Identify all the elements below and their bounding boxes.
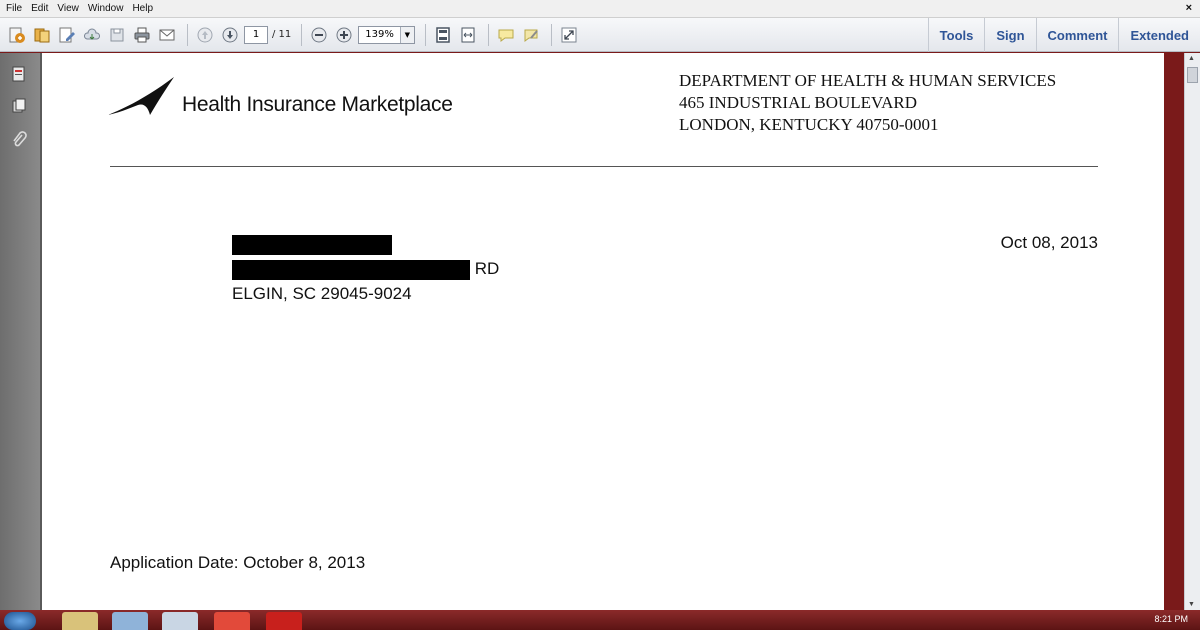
taskbar-app-chrome[interactable]: [214, 612, 250, 630]
toolbar-separator: [550, 23, 552, 46]
logo-text: Health Insurance Marketplace: [182, 93, 453, 116]
menu-view[interactable]: View: [57, 3, 79, 14]
previous-page-button[interactable]: [194, 24, 216, 46]
clock: 8:21 PM: [1154, 614, 1188, 624]
scroll-thumb[interactable]: [1187, 67, 1198, 83]
zoom-in-button[interactable]: [333, 24, 355, 46]
chevron-down-icon[interactable]: ▼: [399, 26, 414, 43]
add-comment-button[interactable]: [495, 24, 517, 46]
start-button[interactable]: [4, 612, 36, 630]
printer-icon: [134, 27, 150, 42]
print-button[interactable]: [131, 24, 153, 46]
navigation-panel: [0, 53, 40, 610]
taskbar-app-explorer[interactable]: [62, 612, 98, 630]
full-screen-button[interactable]: [558, 24, 580, 46]
email-button[interactable]: [156, 24, 178, 46]
department-name: DEPARTMENT OF HEALTH & HUMAN SERVICES: [679, 71, 1057, 90]
department-city: LONDON, KENTUCKY 40750-0001: [679, 115, 939, 134]
taskbar-app-media[interactable]: [162, 612, 198, 630]
comment-pane-button[interactable]: Comment: [1035, 18, 1119, 52]
edit-document-button[interactable]: [56, 24, 78, 46]
recipient-city-line: ELGIN, SC 29045-9024: [232, 284, 412, 303]
toolbar-separator: [301, 23, 303, 46]
recipient-address: RD ELGIN, SC 29045-9024: [232, 231, 499, 306]
page-number-input[interactable]: 1: [244, 25, 268, 44]
cloud-button[interactable]: [81, 24, 103, 46]
minus-circle-icon: [311, 27, 327, 42]
toolbar-separator: [487, 23, 489, 46]
os-taskbar: 8:21 PM: [0, 610, 1200, 630]
expand-icon: [561, 27, 577, 42]
page-thumbnails-icon[interactable]: [10, 65, 28, 83]
next-page-button[interactable]: [219, 24, 241, 46]
save-button[interactable]: [106, 24, 128, 46]
combine-files-icon: [34, 28, 50, 42]
extended-pane-button[interactable]: Extended: [1118, 18, 1200, 52]
highlight-button[interactable]: [520, 24, 542, 46]
taskbar-app-acrobat[interactable]: [266, 612, 302, 630]
save-disk-icon: [110, 28, 124, 41]
close-document-button[interactable]: ×: [1186, 2, 1192, 14]
create-pdf-icon: [9, 27, 25, 43]
scroll-down-icon[interactable]: ▼: [1188, 601, 1195, 608]
menu-help[interactable]: Help: [132, 3, 153, 14]
toolbar-separator: [187, 23, 188, 46]
create-pdf-button[interactable]: [6, 24, 28, 46]
arrow-up-circle-icon: [197, 27, 213, 42]
street-suffix: RD: [474, 259, 500, 278]
tools-pane-button[interactable]: Tools: [927, 18, 985, 52]
redaction-block: [232, 259, 470, 280]
arrow-down-circle-icon: [222, 27, 238, 42]
menu-file[interactable]: File: [6, 3, 22, 14]
page-total: / 11: [272, 29, 292, 40]
letter-date: Oct 08, 2013: [1000, 233, 1098, 252]
application-date: Application Date: October 8, 2013: [110, 553, 366, 572]
comment-bubble-icon: [498, 29, 514, 42]
menu-window[interactable]: Window: [88, 3, 124, 14]
zoom-level-value: 139%: [365, 29, 394, 40]
recipient-name-line: [232, 231, 499, 256]
document-view[interactable]: Health Insurance Marketplace DEPARTMENT …: [40, 53, 1164, 610]
fit-page-button[interactable]: [432, 24, 454, 46]
menu-edit[interactable]: Edit: [31, 3, 48, 14]
task-pane-menu: Tools Sign Comment Extended: [927, 18, 1200, 52]
fit-width-button[interactable]: [457, 24, 479, 46]
copy-pages-icon[interactable]: [10, 97, 28, 115]
sign-pane-button[interactable]: Sign: [984, 18, 1035, 52]
fit-width-icon: [461, 27, 475, 42]
recipient-street-line: RD: [232, 256, 499, 281]
edit-pencil-icon: [59, 27, 75, 42]
taskbar-app-browser[interactable]: [112, 612, 148, 630]
toolbar-separator: [424, 23, 426, 46]
department-address-block: DEPARTMENT OF HEALTH & HUMAN SERVICES 46…: [679, 70, 1056, 136]
zoom-out-button[interactable]: [308, 24, 330, 46]
combine-files-button[interactable]: [31, 24, 53, 46]
plus-circle-icon: [336, 27, 352, 42]
highlighter-icon: [524, 29, 538, 42]
header-divider: [110, 166, 1098, 167]
paperclip-icon[interactable]: [10, 131, 28, 149]
zoom-level-select[interactable]: 139% ▼: [358, 25, 415, 44]
department-street: 465 INDUSTRIAL BOULEVARD: [679, 93, 917, 112]
fit-page-icon: [436, 26, 450, 43]
vertical-scrollbar[interactable]: ▲ ▼: [1184, 53, 1200, 610]
menu-bar: File Edit View Window Help ×: [0, 0, 1200, 18]
cloud-icon: [83, 28, 101, 40]
scroll-up-icon[interactable]: ▲: [1188, 55, 1195, 62]
envelope-icon: [159, 29, 175, 40]
redaction-block: [232, 234, 392, 255]
pdf-page: Health Insurance Marketplace DEPARTMENT …: [42, 53, 1164, 610]
